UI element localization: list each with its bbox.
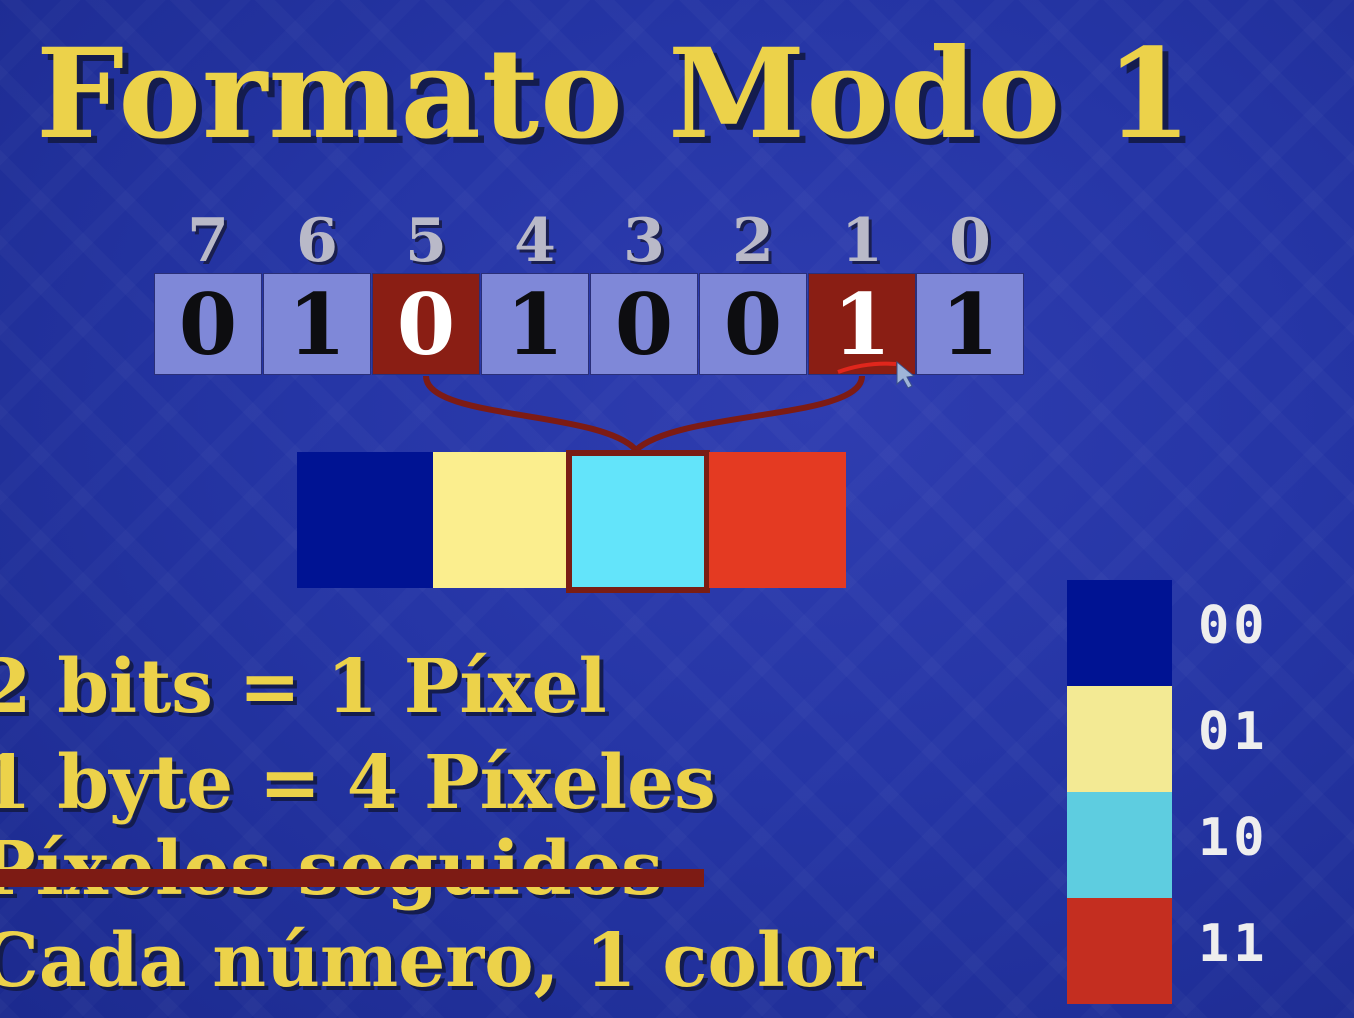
legend-swatch (1067, 686, 1172, 792)
legend-code: 11 (1198, 914, 1269, 974)
legend-swatch (1067, 580, 1172, 686)
pixel-swatch-selected (566, 450, 710, 593)
legend-code: 10 (1198, 808, 1269, 868)
rule-line: 2 bits = 1 Píxel (0, 644, 607, 730)
connector-line-left (423, 375, 639, 453)
strikethrough-bar (0, 869, 704, 887)
legend-code: 01 (1198, 702, 1269, 762)
mouse-cursor-icon (896, 360, 916, 389)
legend-code: 00 (1198, 596, 1269, 656)
connector-line-right (633, 375, 865, 453)
legend-swatch (1067, 898, 1172, 1004)
pixel-swatch (709, 452, 846, 588)
pixel-swatch (297, 452, 434, 588)
annotation-underline (837, 361, 897, 374)
pixel-swatch (433, 452, 570, 588)
rule-line: Cada número, 1 color (0, 918, 874, 1004)
legend-swatch (1067, 792, 1172, 898)
rule-line: 1 byte = 4 Píxeles (0, 740, 716, 826)
